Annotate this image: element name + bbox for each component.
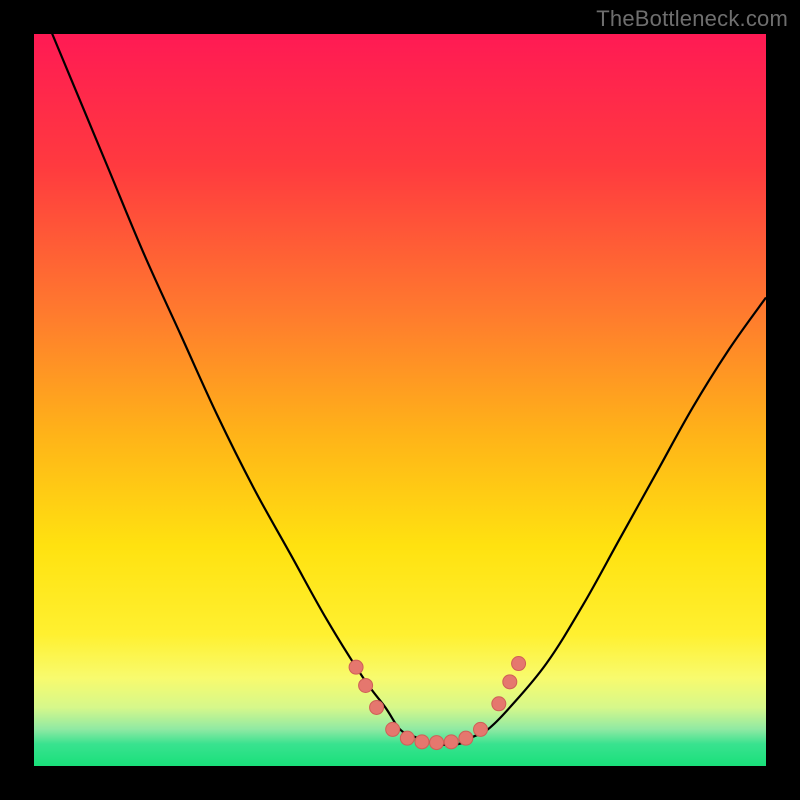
curve-marker: [370, 700, 384, 714]
curve-marker: [459, 731, 473, 745]
watermark-text: TheBottleneck.com: [596, 6, 788, 32]
curve-layer: [34, 34, 766, 766]
curve-marker: [430, 736, 444, 750]
plot-area: [34, 34, 766, 766]
curve-marker: [492, 697, 506, 711]
curve-marker: [444, 735, 458, 749]
chart-frame: TheBottleneck.com: [0, 0, 800, 800]
curve-marker: [400, 731, 414, 745]
curve-markers: [349, 657, 525, 750]
curve-marker: [512, 657, 526, 671]
curve-marker: [503, 675, 517, 689]
curve-marker: [359, 678, 373, 692]
curve-marker: [386, 722, 400, 736]
bottleneck-curve: [34, 0, 766, 745]
curve-marker: [474, 722, 488, 736]
curve-marker: [415, 735, 429, 749]
curve-marker: [349, 660, 363, 674]
